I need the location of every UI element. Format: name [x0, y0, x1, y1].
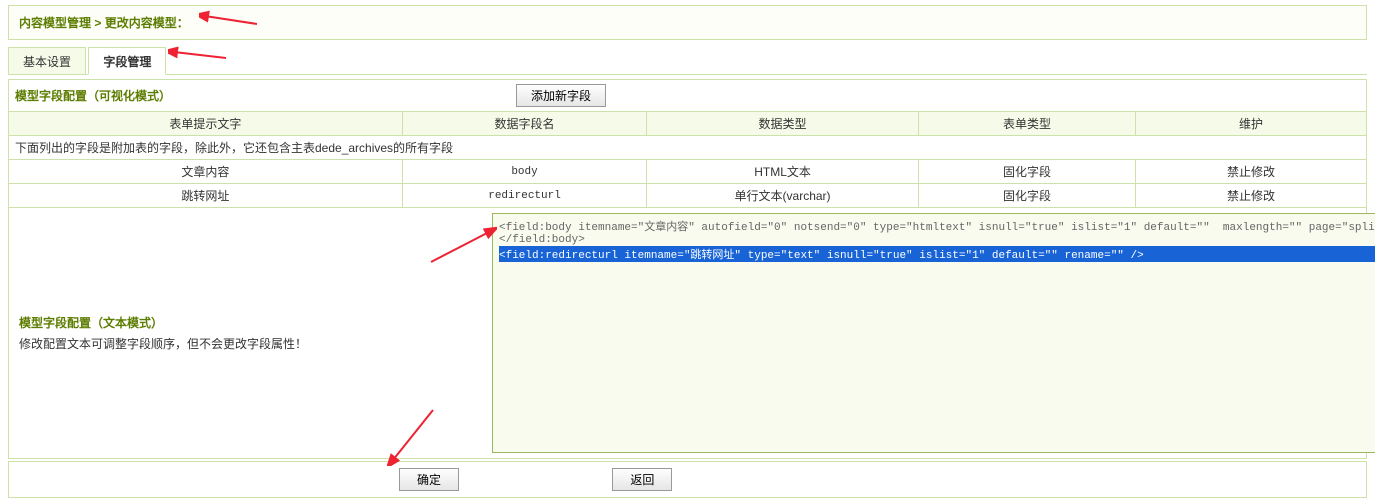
code-line: </field:body> [499, 234, 1375, 246]
breadcrumb-sep: > [91, 16, 105, 30]
arrow-icon [199, 10, 259, 28]
code-line: <field:body itemname="文章内容" autofield="0… [499, 218, 1375, 234]
footer-bar: 确定 返回 [8, 461, 1367, 498]
textmode-editor-wrap: <field:body itemname="文章内容" autofield="0… [487, 208, 1375, 458]
textmode-info: 模型字段配置（文本模式） 修改配置文本可调整字段顺序，但不会更改字段属性！ [9, 208, 487, 458]
textmode-editor[interactable]: <field:body itemname="文章内容" autofield="0… [492, 213, 1375, 453]
confirm-button[interactable]: 确定 [399, 468, 459, 491]
back-button[interactable]: 返回 [612, 468, 672, 491]
cell-datatype: HTML文本 [647, 160, 919, 184]
textmode-title: 模型字段配置（文本模式） [19, 314, 477, 331]
breadcrumb: 内容模型管理 > 更改内容模型： [8, 5, 1367, 40]
field-table: 表单提示文字 数据字段名 数据类型 表单类型 维护 下面列出的字段是附加表的字段… [8, 111, 1367, 208]
col-prompt: 表单提示文字 [9, 112, 403, 136]
code-line-selected: <field:redirecturl itemname="跳转网址" type=… [499, 246, 1375, 262]
arrow-icon [427, 226, 497, 266]
arrow-icon [168, 44, 228, 64]
col-datatype: 数据类型 [647, 112, 919, 136]
breadcrumb-part2: 更改内容模型： [105, 16, 189, 30]
tab-basic-settings[interactable]: 基本设置 [8, 47, 86, 75]
cell-fieldname: redirecturl [402, 184, 646, 208]
table-note: 下面列出的字段是附加表的字段，除此外，它还包含主表dede_archives的所… [9, 136, 1367, 160]
cell-datatype: 单行文本(varchar) [647, 184, 919, 208]
cell-formtype: 固化字段 [918, 184, 1135, 208]
cell-prompt: 文章内容 [9, 160, 403, 184]
breadcrumb-part1: 内容模型管理 [19, 16, 91, 30]
textmode-desc: 修改配置文本可调整字段顺序，但不会更改字段属性！ [19, 335, 477, 352]
cell-fieldname: body [402, 160, 646, 184]
cell-prompt: 跳转网址 [9, 184, 403, 208]
table-row: 文章内容 body HTML文本 固化字段 禁止修改 [9, 160, 1367, 184]
add-field-button[interactable]: 添加新字段 [516, 84, 606, 107]
visual-config-label: 模型字段配置（可视化模式） [15, 87, 181, 104]
table-header-row: 表单提示文字 数据字段名 数据类型 表单类型 维护 [9, 112, 1367, 136]
tab-field-management[interactable]: 字段管理 [88, 47, 166, 75]
col-formtype: 表单类型 [918, 112, 1135, 136]
table-note-row: 下面列出的字段是附加表的字段，除此外，它还包含主表dede_archives的所… [9, 136, 1367, 160]
tab-bar: 基本设置 字段管理 [8, 46, 1367, 75]
col-fieldname: 数据字段名 [402, 112, 646, 136]
table-row: 跳转网址 redirecturl 单行文本(varchar) 固化字段 禁止修改 [9, 184, 1367, 208]
arrow-icon [387, 406, 437, 466]
cell-maintain: 禁止修改 [1136, 160, 1367, 184]
cell-maintain: 禁止修改 [1136, 184, 1367, 208]
col-maintain: 维护 [1136, 112, 1367, 136]
visual-config-header: 模型字段配置（可视化模式） 添加新字段 [8, 79, 1367, 112]
textmode-section: 模型字段配置（文本模式） 修改配置文本可调整字段顺序，但不会更改字段属性！ <f… [8, 207, 1367, 459]
cell-formtype: 固化字段 [918, 160, 1135, 184]
